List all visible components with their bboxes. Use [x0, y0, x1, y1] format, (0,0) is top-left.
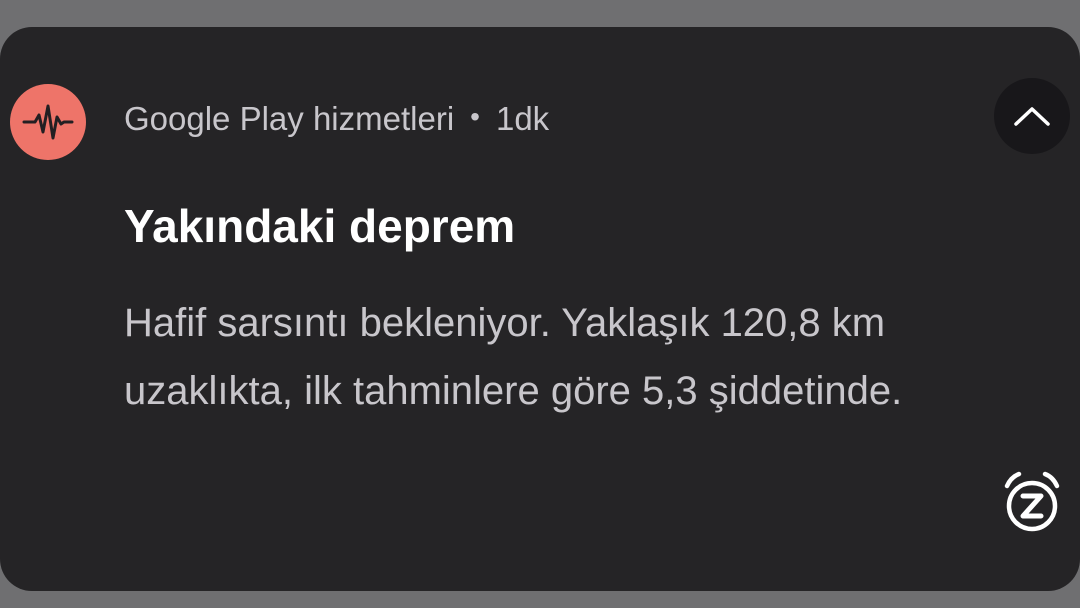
seismograph-icon — [10, 84, 86, 160]
notification-header: Google Play hizmetleri • 1dk — [124, 99, 549, 139]
notification-card[interactable]: Google Play hizmetleri • 1dk Yakındaki d… — [0, 27, 1080, 591]
notification-time: 1dk — [495, 100, 550, 137]
collapse-button[interactable] — [994, 78, 1070, 154]
header-separator: • — [470, 101, 480, 132]
app-name: Google Play hizmetleri — [124, 100, 455, 137]
snooze-button[interactable] — [996, 465, 1068, 537]
notification-body: Hafif sarsıntı bekleniyor. Yaklaşık 120,… — [124, 301, 903, 413]
screen: Google Play hizmetleri • 1dk Yakındaki d… — [0, 0, 1080, 608]
snooze-alarm-icon — [1004, 471, 1060, 532]
notification-title: Yakındaki deprem — [124, 200, 516, 252]
chevron-up-icon — [1014, 107, 1050, 126]
